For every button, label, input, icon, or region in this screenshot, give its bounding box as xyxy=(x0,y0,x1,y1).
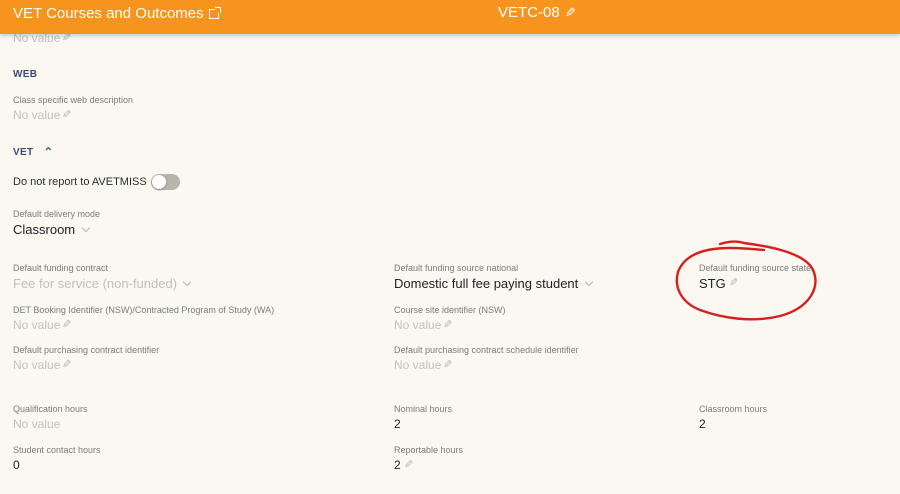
funding-national-select[interactable]: Domestic full fee paying student xyxy=(394,276,594,291)
avetmiss-toggle[interactable] xyxy=(150,174,180,190)
toggle-knob xyxy=(151,175,166,189)
chevron-down-icon[interactable] xyxy=(182,277,192,286)
app-header: VET Courses and Outcomes VETC-08 ✎ xyxy=(0,0,900,34)
qualification-hours-label: Qualification hours xyxy=(13,404,88,414)
delivery-mode-label: Default delivery mode xyxy=(13,209,101,219)
section-web-title: WEB xyxy=(13,69,38,80)
funding-state-label: Default funding source state xyxy=(699,263,812,273)
web-description-label: Class specific web description xyxy=(13,95,134,105)
classroom-hours-label: Classroom hours xyxy=(699,404,768,414)
funding-contract-select[interactable]: Fee for service (non-funded) xyxy=(13,276,192,291)
pencil-icon[interactable]: ✎ xyxy=(443,359,452,371)
chevron-down-icon[interactable] xyxy=(81,223,91,232)
avetmiss-toggle-row: Do not report to AVETMISS xyxy=(13,174,180,190)
annotation-circle xyxy=(675,240,817,321)
purchasing-schedule-label: Default purchasing contract schedule ide… xyxy=(394,345,579,355)
det-booking-value[interactable]: No value ✎ xyxy=(13,318,72,332)
header-title[interactable]: VET Courses and Outcomes xyxy=(13,5,204,22)
course-site-value[interactable]: No value ✎ xyxy=(394,318,453,332)
funding-national-label: Default funding source national xyxy=(394,263,519,273)
det-booking-label: DET Booking Identifier (NSW)/Contracted … xyxy=(13,305,275,315)
pencil-icon[interactable]: ✎ xyxy=(443,319,452,331)
delivery-mode-select[interactable]: Classroom xyxy=(13,222,91,237)
reportable-hours-value[interactable]: 2 ✎ xyxy=(394,458,413,472)
chevron-down-icon[interactable] xyxy=(585,277,594,286)
funding-contract-label: Default funding contract xyxy=(13,263,109,273)
purchasing-schedule-value[interactable]: No value ✎ xyxy=(394,358,453,372)
pencil-icon[interactable]: ✎ xyxy=(62,109,71,121)
purchasing-contract-value[interactable]: No value ✎ xyxy=(13,358,72,372)
record-code-text[interactable]: VETC-08 xyxy=(498,4,560,21)
section-vet-title: VET xyxy=(13,146,34,158)
nominal-hours-label: Nominal hours xyxy=(394,404,453,414)
reportable-hours-label: Reportable hours xyxy=(394,445,464,455)
pencil-icon[interactable]: ✎ xyxy=(62,359,71,371)
course-site-label: Course site identifier (NSW) xyxy=(394,305,506,315)
pencil-icon[interactable]: ✎ xyxy=(62,319,71,331)
record-code[interactable]: VETC-08 ✎ xyxy=(498,4,576,21)
chevron-up-icon[interactable]: ⌃ xyxy=(43,145,53,159)
student-contact-hours-value[interactable]: 0 xyxy=(13,458,20,472)
header-title-link[interactable]: VET Courses and Outcomes xyxy=(13,5,221,22)
purchasing-contract-label: Default purchasing contract identifier xyxy=(13,345,160,355)
funding-state-value[interactable]: STG ✎ xyxy=(699,276,738,291)
external-link-icon[interactable] xyxy=(208,6,221,19)
pencil-icon[interactable]: ✎ xyxy=(729,277,738,289)
classroom-hours-value[interactable]: 2 xyxy=(699,417,706,431)
student-contact-hours-label: Student contact hours xyxy=(13,445,101,455)
nominal-hours-value[interactable]: 2 xyxy=(394,417,401,431)
section-vet-header[interactable]: VET ⌃ xyxy=(13,145,53,159)
pencil-icon[interactable]: ✎ xyxy=(404,459,413,471)
annotation-stroke xyxy=(675,240,817,321)
pencil-icon[interactable]: ✎ xyxy=(62,32,71,44)
avetmiss-toggle-label: Do not report to AVETMISS xyxy=(13,176,147,188)
qualification-hours-value[interactable]: No value xyxy=(13,417,60,431)
web-description-value[interactable]: No value ✎ xyxy=(13,108,72,122)
pencil-icon[interactable]: ✎ xyxy=(565,5,576,20)
